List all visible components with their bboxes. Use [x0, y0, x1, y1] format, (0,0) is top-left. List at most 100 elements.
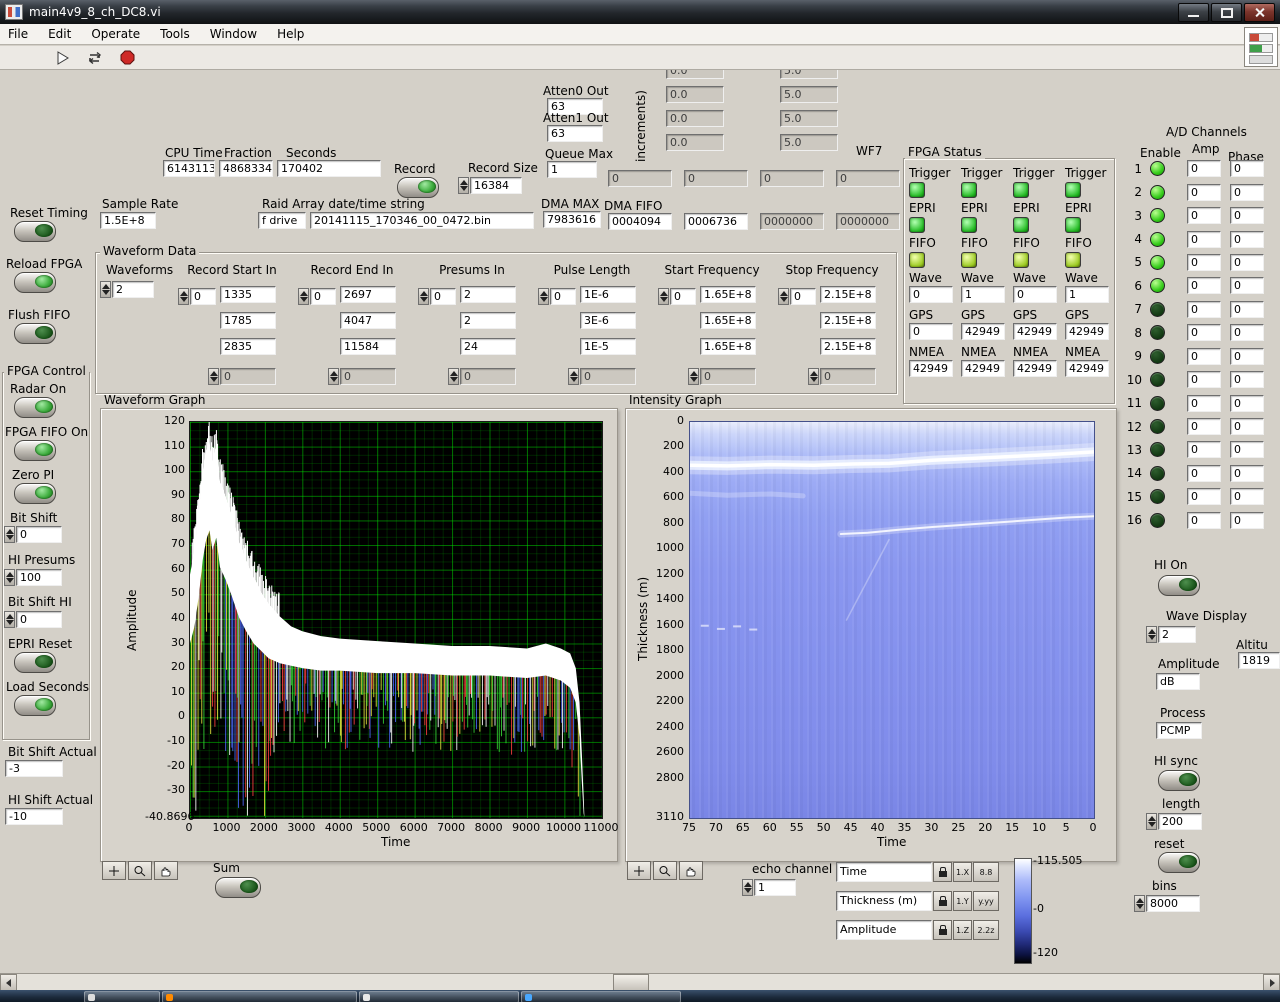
taskbar-window-button[interactable] — [359, 991, 519, 1002]
amp-input[interactable]: 0 — [1187, 160, 1221, 178]
menu-item[interactable]: File — [8, 27, 28, 41]
record-size-spinner[interactable] — [458, 177, 469, 194]
bins-spinner[interactable] — [1134, 895, 1145, 912]
bit-shift-hi-spinner[interactable] — [4, 611, 15, 628]
enable-led[interactable] — [1150, 372, 1165, 388]
axis-format-button[interactable]: y.yy — [973, 891, 999, 911]
amp-input[interactable]: 0 — [1187, 277, 1221, 295]
record-size-input[interactable]: 16384 — [470, 177, 522, 194]
value-input-1[interactable]: 2697 — [340, 286, 396, 303]
column-index-input[interactable]: 0 — [670, 288, 696, 305]
gray-row-spinner[interactable] — [208, 368, 219, 385]
minimize-button[interactable] — [1178, 2, 1209, 22]
axis-autoscale-button[interactable]: 1.X — [953, 862, 972, 882]
flush-fifo-button[interactable] — [14, 323, 56, 344]
sum-button[interactable] — [215, 877, 261, 898]
column-index-input[interactable]: 0 — [310, 288, 336, 305]
process-ring[interactable]: PCMP — [1156, 722, 1202, 739]
phase-input[interactable]: 0 — [1230, 441, 1264, 459]
horizontal-scrollbar[interactable] — [0, 973, 1280, 991]
enable-led[interactable] — [1150, 419, 1165, 435]
cursor-tool-button[interactable] — [627, 861, 651, 880]
gray-row-spinner[interactable] — [688, 368, 699, 385]
column-index-spinner[interactable] — [658, 288, 669, 305]
menu-item[interactable]: Edit — [48, 27, 71, 41]
value-input-2[interactable]: 4047 — [340, 312, 396, 329]
hi-presums-spinner[interactable] — [4, 569, 15, 586]
phase-input[interactable]: 0 — [1230, 394, 1264, 412]
phase-input[interactable]: 0 — [1230, 511, 1264, 529]
enable-led[interactable] — [1150, 442, 1165, 458]
column-index-spinner[interactable] — [298, 288, 309, 305]
hi-presums-input[interactable]: 100 — [16, 569, 62, 586]
enable-led[interactable] — [1150, 301, 1165, 317]
phase-input[interactable]: 0 — [1230, 324, 1264, 342]
phase-input[interactable]: 0 — [1230, 183, 1264, 201]
menu-item[interactable]: Tools — [160, 27, 190, 41]
enable-led[interactable] — [1150, 278, 1165, 294]
amp-input[interactable]: 0 — [1187, 207, 1221, 225]
enable-led[interactable] — [1150, 465, 1165, 481]
radar-on-button[interactable] — [14, 397, 56, 418]
column-index-spinner[interactable] — [538, 288, 549, 305]
sample-rate-input[interactable]: 1.5E+8 — [100, 212, 156, 229]
taskbar-window-button[interactable] — [84, 991, 160, 1002]
fpga-fifo-on-button[interactable] — [14, 440, 56, 461]
phase-input[interactable]: 0 — [1230, 418, 1264, 436]
value-input-3[interactable]: 24 — [460, 338, 516, 355]
enable-led[interactable] — [1150, 325, 1165, 341]
column-index-input[interactable]: 0 — [550, 288, 576, 305]
record-button[interactable] — [397, 177, 439, 198]
raid-drive-input[interactable]: f drive — [258, 212, 306, 229]
enable-led[interactable] — [1150, 231, 1165, 247]
value-input-2[interactable]: 2.15E+8 — [820, 312, 876, 329]
amp-input[interactable]: 0 — [1187, 418, 1221, 436]
enable-led[interactable] — [1150, 512, 1165, 528]
bit-shift-hi-input[interactable]: 0 — [16, 611, 62, 628]
value-input-1[interactable]: 1335 — [220, 286, 276, 303]
value-input-3[interactable]: 1E-5 — [580, 338, 636, 355]
phase-input[interactable]: 0 — [1230, 277, 1264, 295]
column-index-spinner[interactable] — [418, 288, 429, 305]
value-input-3[interactable]: 11584 — [340, 338, 396, 355]
zoom-tool-button[interactable] — [653, 861, 677, 880]
bins-input[interactable]: 8000 — [1146, 895, 1200, 912]
column-index-input[interactable]: 0 — [190, 288, 216, 305]
waveforms-spinner[interactable] — [100, 281, 111, 298]
amp-input[interactable]: 0 — [1187, 253, 1221, 271]
load-seconds-button[interactable] — [14, 695, 56, 716]
maximize-button[interactable] — [1211, 2, 1242, 22]
amp-input[interactable]: 0 — [1187, 324, 1221, 342]
column-index-spinner[interactable] — [178, 288, 189, 305]
epri-reset-button[interactable] — [14, 652, 56, 673]
amp-input[interactable]: 0 — [1187, 183, 1221, 201]
enable-led[interactable] — [1150, 254, 1165, 270]
run-button[interactable] — [52, 48, 74, 68]
reset-timing-button[interactable] — [14, 221, 56, 242]
amp-input[interactable]: 0 — [1187, 441, 1221, 459]
value-input-3[interactable]: 2.15E+8 — [820, 338, 876, 355]
waveforms-input[interactable]: 2 — [112, 281, 154, 298]
amp-input[interactable]: 0 — [1187, 394, 1221, 412]
gray-row-spinner[interactable] — [568, 368, 579, 385]
run-continuous-button[interactable] — [84, 48, 106, 68]
column-index-input[interactable]: 0 — [790, 288, 816, 305]
hi-sync-button[interactable] — [1158, 770, 1200, 791]
enable-led[interactable] — [1150, 395, 1165, 411]
enable-led[interactable] — [1150, 184, 1165, 200]
axis-format-button[interactable]: 8.8 — [973, 862, 999, 882]
taskbar-window-button[interactable] — [162, 991, 357, 1002]
axis-lock-button[interactable] — [933, 862, 952, 882]
amp-input[interactable]: 0 — [1187, 511, 1221, 529]
phase-input[interactable]: 0 — [1230, 160, 1264, 178]
bit-shift-input[interactable]: 0 — [16, 526, 62, 543]
reset-button[interactable] — [1158, 852, 1200, 873]
color-ramp[interactable] — [1014, 858, 1032, 964]
echo-channel-spinner[interactable] — [742, 879, 753, 896]
axis-lock-button[interactable] — [933, 891, 952, 911]
reload-fpga-button[interactable] — [14, 272, 56, 293]
phase-input[interactable]: 0 — [1230, 230, 1264, 248]
scroll-right-button[interactable] — [1263, 974, 1280, 991]
value-input-2[interactable]: 1.65E+8 — [700, 312, 756, 329]
amp-input[interactable]: 0 — [1187, 230, 1221, 248]
